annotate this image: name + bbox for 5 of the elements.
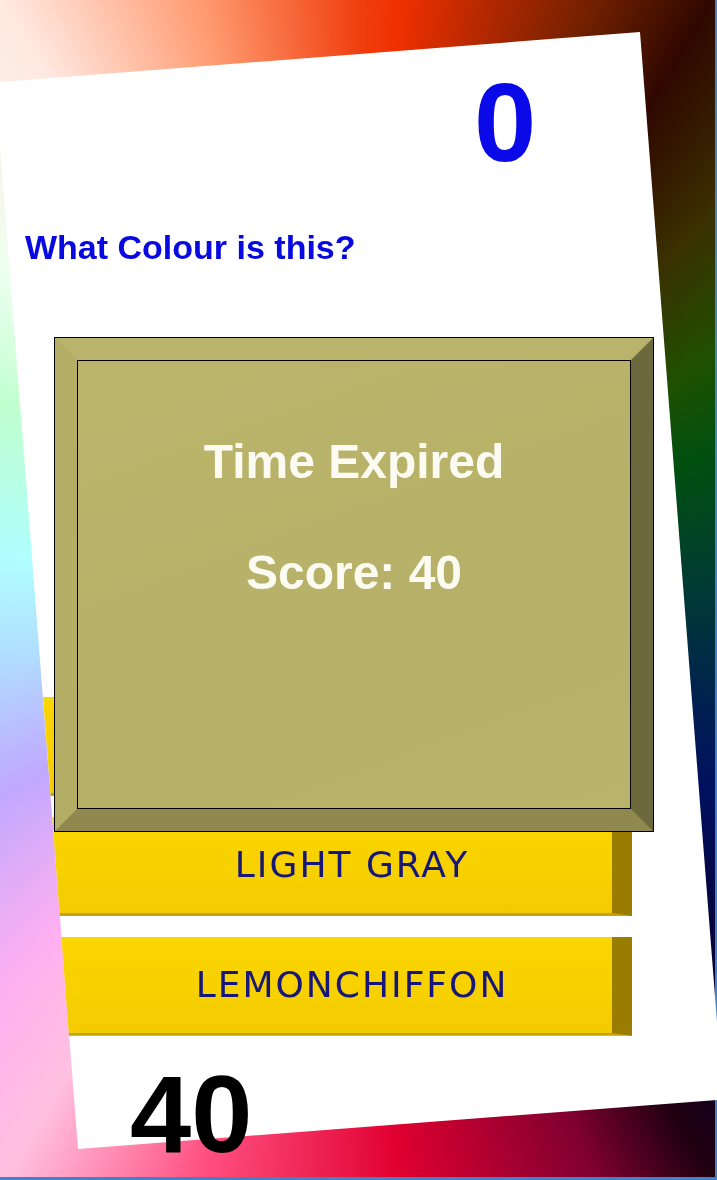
timer-text: 0 [474,67,537,179]
score-message: Score: 40 [245,544,463,601]
question-text: What Colour is this? [25,227,356,268]
answer-button[interactable]: LEMONCHIFFON [61,936,632,1036]
dialog-title: Time Expired [203,434,505,490]
